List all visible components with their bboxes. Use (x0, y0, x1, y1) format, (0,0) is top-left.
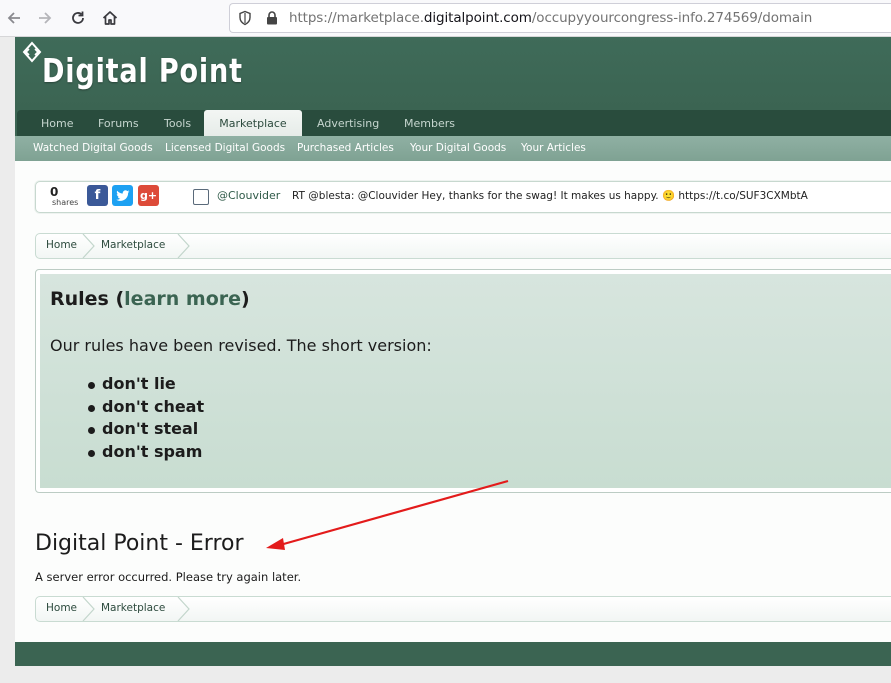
tab-advertising[interactable]: Advertising (317, 110, 379, 136)
reload-button[interactable] (66, 6, 90, 30)
breadcrumb: Home Marketplace (35, 233, 891, 259)
site-logo[interactable]: Digital Point (42, 51, 243, 90)
learn-more-link[interactable]: learn more (124, 288, 241, 310)
breadcrumb-bottom: Home Marketplace (35, 596, 891, 622)
breadcrumb-home[interactable]: Home (46, 239, 77, 251)
tab-home[interactable]: Home (41, 110, 73, 136)
rules-title: Rules (learn more) (50, 288, 250, 310)
back-arrow-icon (7, 12, 20, 24)
rules-notice: Rules (learn more) Our rules have been r… (35, 269, 891, 493)
subnav-your-articles[interactable]: Your Articles (521, 142, 586, 154)
twitter-share-button[interactable] (112, 185, 133, 206)
subnav-purchased-articles[interactable]: Purchased Articles (297, 142, 394, 154)
rule-item: don't cheat (87, 397, 204, 420)
rules-intro: Our rules have been revised. The short v… (50, 336, 432, 355)
share-bar: 0 shares f g+ @Clouvider RT @blesta: @Cl… (35, 181, 891, 213)
main-nav-inner: Home Forums Tools Marketplace Advertisin… (17, 110, 891, 136)
main-content: 0 shares f g+ @Clouvider RT @blesta: @Cl… (15, 161, 891, 643)
breadcrumb-separator-icon (177, 597, 190, 621)
breadcrumb-separator-icon (82, 234, 95, 258)
lock-icon[interactable] (264, 10, 280, 26)
forward-button[interactable] (33, 6, 57, 30)
browser-toolbar: https://marketplace.digitalpoint.com/occ… (0, 0, 891, 37)
breadcrumb-marketplace[interactable]: Marketplace (101, 602, 165, 614)
rule-item: don't steal (87, 419, 204, 442)
subnav-licensed-digital-goods[interactable]: Licensed Digital Goods (165, 142, 285, 154)
googleplus-share-button[interactable]: g+ (138, 185, 159, 206)
tweet-text: RT @blesta: @Clouvider Hey, thanks for t… (292, 190, 808, 202)
site-header: Digital Point (15, 37, 891, 110)
rules-panel: Rules (learn more) Our rules have been r… (40, 274, 891, 488)
home-icon (102, 11, 118, 25)
facebook-share-button[interactable]: f (87, 185, 108, 206)
shield-icon[interactable] (237, 10, 253, 26)
tab-tools[interactable]: Tools (164, 110, 191, 136)
logo-diamond-icon (22, 41, 42, 63)
breadcrumb-separator-icon (177, 234, 190, 258)
tweet-handle[interactable]: @Clouvider (217, 189, 280, 202)
site-footer (15, 642, 891, 666)
share-label: shares (52, 198, 79, 207)
breadcrumb-marketplace[interactable]: Marketplace (101, 239, 165, 251)
breadcrumb-home[interactable]: Home (46, 602, 77, 614)
breadcrumb-separator-icon (82, 597, 95, 621)
sub-nav: Watched Digital Goods Licensed Digital G… (15, 136, 891, 161)
rule-item: don't lie (87, 374, 204, 397)
main-nav: Home Forums Tools Marketplace Advertisin… (15, 110, 891, 136)
subnav-your-digital-goods[interactable]: Your Digital Goods (410, 142, 506, 154)
rule-item: don't spam (87, 442, 204, 465)
error-message: A server error occurred. Please try agai… (35, 570, 302, 584)
subnav-watched-digital-goods[interactable]: Watched Digital Goods (33, 142, 153, 154)
back-button[interactable] (2, 6, 26, 30)
share-count: 0 (50, 185, 59, 199)
googleplus-icon: g+ (139, 189, 158, 202)
twitter-bird-icon (115, 189, 129, 201)
tab-members[interactable]: Members (404, 110, 455, 136)
web-page: Digital Point Home Forums Tools Marketpl… (0, 37, 891, 683)
tweet-avatar[interactable] (193, 189, 209, 205)
rules-list: don't lie don't cheat don't steal don't … (87, 374, 204, 465)
tab-forums[interactable]: Forums (98, 110, 139, 136)
reload-icon (72, 11, 84, 24)
tab-marketplace[interactable]: Marketplace (204, 110, 302, 136)
url-text[interactable]: https://marketplace.digitalpoint.com/occ… (289, 10, 812, 26)
page-title: Digital Point - Error (35, 531, 244, 556)
facebook-icon: f (94, 188, 101, 203)
address-bar[interactable]: https://marketplace.digitalpoint.com/occ… (229, 3, 891, 33)
home-button[interactable] (98, 6, 122, 30)
forward-arrow-icon (39, 12, 52, 24)
